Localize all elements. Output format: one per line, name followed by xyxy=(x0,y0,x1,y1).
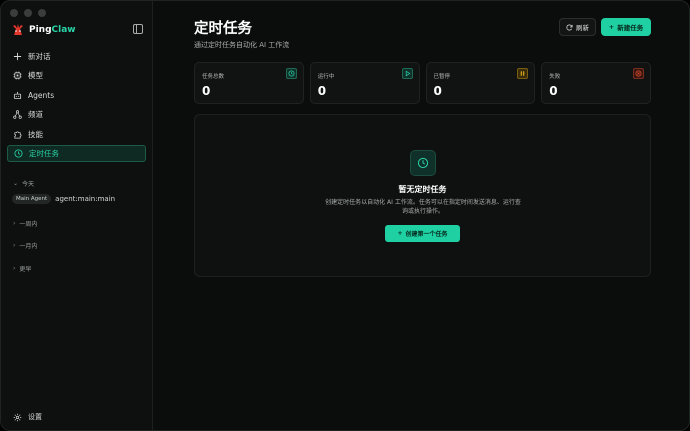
claw-logo-icon xyxy=(13,24,23,35)
refresh-icon xyxy=(566,24,573,30)
pause-icon xyxy=(517,68,529,79)
sidebar-item-new-chat[interactable]: 新对话 xyxy=(7,48,146,65)
close-window-button[interactable] xyxy=(10,9,18,17)
sidebar-item-skills[interactable]: 技能 xyxy=(7,126,146,143)
brand: PingClaw xyxy=(11,23,76,37)
clock-icon xyxy=(14,149,23,158)
stats-row: 任务总数 0 运行中 0 已暂停 0 失败 0 xyxy=(194,62,651,104)
plus-icon xyxy=(13,52,22,61)
new-task-button[interactable]: + 新建任务 xyxy=(601,18,651,36)
clock-icon xyxy=(285,68,297,79)
stat-card-paused: 已暂停 0 xyxy=(425,62,536,104)
session-badge: Main Agent xyxy=(12,194,52,204)
empty-state-description: 创建定时任务以自动化 AI 工作流。任务可以在指定时间发送消息、运行查询或执行操… xyxy=(325,199,521,215)
settings-button[interactable]: 设置 xyxy=(13,412,42,422)
create-first-task-button[interactable]: + 创建第一个任务 xyxy=(385,225,460,242)
empty-state-title: 暂无定时任务 xyxy=(398,185,447,194)
puzzle-icon xyxy=(14,131,22,139)
stat-card-failed: 失败 0 xyxy=(541,62,651,104)
sidebar-item-agents[interactable]: Agents xyxy=(7,87,146,104)
sidebar-item-scheduled-tasks[interactable]: 定时任务 xyxy=(7,144,146,162)
page-title: 定时任务 xyxy=(194,21,252,37)
main-content: 定时任务 通过定时任务自动化 AI 工作流 刷新 + 新建任务 任务总数 0 运… xyxy=(153,1,689,430)
network-icon xyxy=(13,110,22,119)
group-today[interactable]: ⌄ 今天 xyxy=(13,179,34,188)
x-circle-icon xyxy=(633,68,644,79)
group-week[interactable]: › 一周内 xyxy=(13,219,37,228)
group-earlier[interactable]: › 更早 xyxy=(13,264,31,273)
chevron-down-icon: ⌄ xyxy=(13,180,19,187)
stat-card-running: 运行中 0 xyxy=(309,62,420,104)
page-subtitle: 通过定时任务自动化 AI 工作流 xyxy=(194,41,290,49)
refresh-button[interactable]: 刷新 xyxy=(559,18,596,36)
clock-icon xyxy=(410,150,436,176)
chevron-right-icon: › xyxy=(13,220,16,227)
sidebar-item-channels[interactable]: 频道 xyxy=(7,106,146,123)
sidebar-item-models[interactable]: 模型 xyxy=(7,67,146,84)
sidebar-toggle-icon[interactable] xyxy=(133,24,143,34)
app-window: PingClaw 新对话 模型 Agents 频道 技能 定时任务 ⌄ 今天 M… xyxy=(0,0,690,431)
app-name: PingClaw xyxy=(29,25,76,35)
window-controls xyxy=(10,9,46,17)
chevron-right-icon: › xyxy=(13,242,16,249)
gear-icon xyxy=(13,413,22,421)
stat-card-total: 任务总数 0 xyxy=(194,62,304,104)
minimize-window-button[interactable] xyxy=(24,9,32,17)
session-name: agent:main:main xyxy=(55,195,116,203)
sidebar: PingClaw 新对话 模型 Agents 频道 技能 定时任务 ⌄ 今天 M… xyxy=(1,1,153,430)
chevron-right-icon: › xyxy=(13,265,16,272)
zoom-window-button[interactable] xyxy=(38,9,46,17)
session-item[interactable]: Main Agent agent:main:main xyxy=(12,194,115,204)
sidebar-nav: 新对话 模型 Agents 频道 技能 定时任务 xyxy=(7,48,146,164)
cpu-icon xyxy=(13,71,22,80)
plus-icon: + xyxy=(608,23,615,31)
group-month[interactable]: › 一月内 xyxy=(13,241,37,250)
plus-icon: + xyxy=(397,230,403,237)
bot-icon xyxy=(13,91,22,99)
play-icon xyxy=(401,68,413,79)
empty-state: 暂无定时任务 创建定时任务以自动化 AI 工作流。任务可以在指定时间发送消息、运… xyxy=(194,114,651,277)
